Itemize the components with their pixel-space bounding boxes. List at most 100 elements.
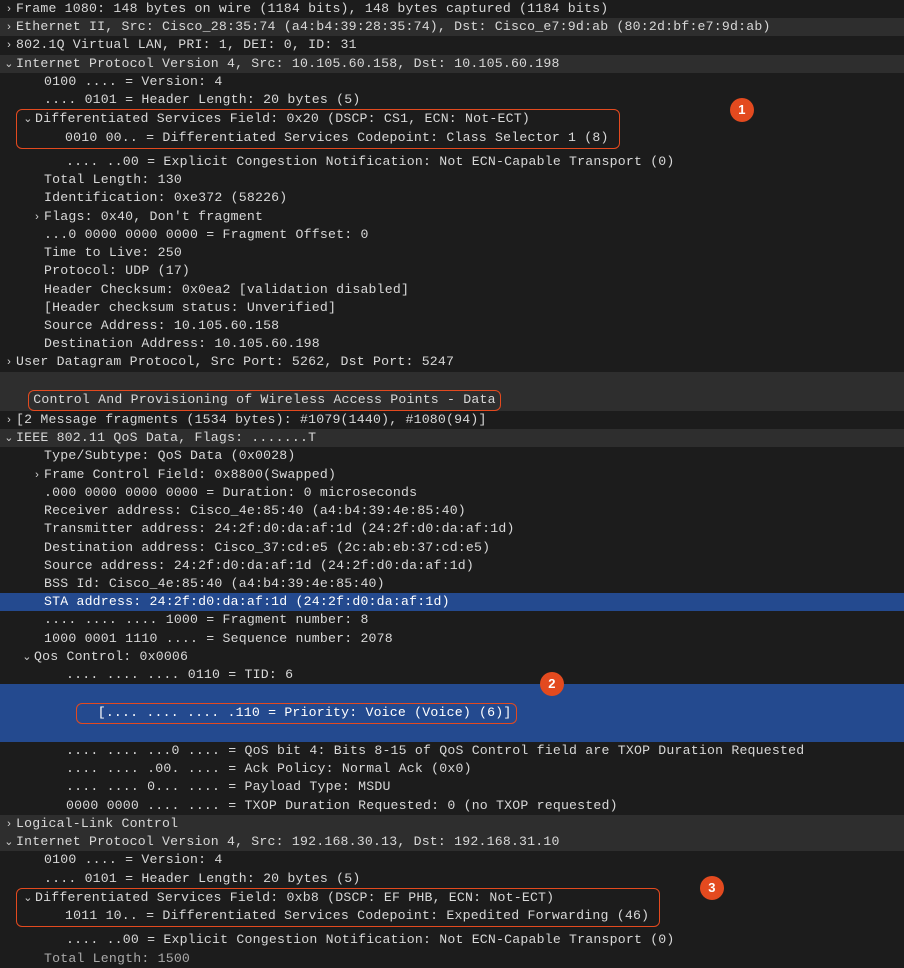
ip-hdrlen[interactable]: .... 0101 = Header Length: 20 bytes (5): [0, 91, 904, 109]
tree-dsfield-outer[interactable]: ⌄Differentiated Services Field: 0x20 (DS…: [21, 110, 615, 128]
hdr-checksum[interactable]: Header Checksum: 0x0ea2 [validation disa…: [0, 281, 904, 299]
qos-payload-type[interactable]: .... .... 0... .... = Payload Type: MSDU: [0, 778, 904, 796]
label: Source address: 24:2f:d0:da:af:1d (24:2f…: [44, 558, 474, 573]
label: 0100 .... = Version: 4: [44, 852, 223, 867]
label: Qos Control: 0x0006: [34, 649, 188, 664]
qos-bit4[interactable]: .... .... ...0 .... = QoS bit 4: Bits 8-…: [0, 742, 904, 760]
sta-addr[interactable]: STA address: 24:2f:d0:da:af:1d (24:2f:d0…: [0, 593, 904, 611]
chevron-down-icon: ⌄: [20, 651, 34, 666]
qos-tid[interactable]: .... .... .... 0110 = TID: 6: [0, 666, 904, 684]
label: .000 0000 0000 0000 = Duration: 0 micros…: [44, 485, 417, 500]
tree-vlan[interactable]: ›802.1Q Virtual LAN, PRI: 1, DEI: 0, ID:…: [0, 36, 904, 54]
src-addr[interactable]: Source Address: 10.105.60.158: [0, 317, 904, 335]
chevron-right-icon: ›: [30, 211, 44, 226]
total-length[interactable]: Total Length: 130: [0, 171, 904, 189]
source-addr[interactable]: Source address: 24:2f:d0:da:af:1d (24:2f…: [0, 557, 904, 575]
label: User Datagram Protocol, Src Port: 5262, …: [16, 354, 454, 369]
qos-priority[interactable]: [.... .... .... .110 = Priority: Voice (…: [0, 684, 904, 742]
chevron-down-icon: ⌄: [21, 113, 35, 128]
chevron-right-icon: ›: [2, 3, 16, 18]
label: ...0 0000 0000 0000 = Fragment Offset: 0: [44, 227, 369, 242]
label: Control And Provisioning of Wireless Acc…: [33, 392, 496, 407]
capwap-data[interactable]: Control And Provisioning of Wireless Acc…: [0, 372, 904, 411]
identification[interactable]: Identification: 0xe372 (58226): [0, 189, 904, 207]
label: .... .... .... 0110 = TID: 6: [66, 667, 293, 682]
label: Total Length: 1500: [44, 951, 190, 966]
tree-ipv4-outer[interactable]: ⌄Internet Protocol Version 4, Src: 10.10…: [0, 55, 904, 73]
ecn-outer[interactable]: .... ..00 = Explicit Congestion Notifica…: [0, 153, 904, 171]
label: STA address: 24:2f:d0:da:af:1d (24:2f:d0…: [44, 594, 450, 609]
label: [.... .... .... .110 = Priority: Voice (…: [98, 705, 512, 720]
tree-frame-control[interactable]: ›Frame Control Field: 0x8800(Swapped): [0, 466, 904, 484]
label: Type/Subtype: QoS Data (0x0028): [44, 448, 296, 463]
frag-offset[interactable]: ...0 0000 0000 0000 = Fragment Offset: 0: [0, 226, 904, 244]
label: .... 0101 = Header Length: 20 bytes (5): [44, 871, 360, 886]
ecn-inner[interactable]: .... ..00 = Explicit Congestion Notifica…: [0, 931, 904, 949]
dscp-ef[interactable]: 1011 10.. = Differentiated Services Code…: [21, 907, 655, 925]
label: Differentiated Services Field: 0xb8 (DSC…: [35, 890, 554, 905]
tree-udp[interactable]: ›User Datagram Protocol, Src Port: 5262,…: [0, 353, 904, 371]
dscp-cs1[interactable]: 0010 00.. = Differentiated Services Code…: [21, 129, 615, 147]
chevron-right-icon: ›: [2, 356, 16, 371]
tree-msg-fragments[interactable]: ›[2 Message fragments (1534 bytes): #107…: [0, 411, 904, 429]
label: .... ..00 = Explicit Congestion Notifica…: [66, 932, 675, 947]
transmitter-addr[interactable]: Transmitter address: 24:2f:d0:da:af:1d (…: [0, 520, 904, 538]
tree-80211-qos[interactable]: ⌄IEEE 802.11 QoS Data, Flags: .......T: [0, 429, 904, 447]
tree-ipv4-inner[interactable]: ⌄Internet Protocol Version 4, Src: 192.1…: [0, 833, 904, 851]
dst-addr[interactable]: Destination Address: 10.105.60.198: [0, 335, 904, 353]
receiver-addr[interactable]: Receiver address: Cisco_4e:85:40 (a4:b4:…: [0, 502, 904, 520]
bss-id[interactable]: BSS Id: Cisco_4e:85:40 (a4:b4:39:4e:85:4…: [0, 575, 904, 593]
tree-flags[interactable]: ›Flags: 0x40, Don't fragment: [0, 208, 904, 226]
label: 802.1Q Virtual LAN, PRI: 1, DEI: 0, ID: …: [16, 37, 357, 52]
label: Differentiated Services Field: 0x20 (DSC…: [35, 111, 530, 126]
label: 1011 10.. = Differentiated Services Code…: [65, 908, 649, 923]
label: Total Length: 130: [44, 172, 182, 187]
tree-llc[interactable]: ›Logical-Link Control: [0, 815, 904, 833]
protocol[interactable]: Protocol: UDP (17): [0, 262, 904, 280]
label: Identification: 0xe372 (58226): [44, 190, 287, 205]
type-subtype[interactable]: Type/Subtype: QoS Data (0x0028): [0, 447, 904, 465]
ip-version[interactable]: 0100 .... = Version: 4: [0, 73, 904, 91]
label: 1000 0001 1110 .... = Sequence number: 2…: [44, 631, 393, 646]
tree-qos-control[interactable]: ⌄Qos Control: 0x0006: [0, 648, 904, 666]
label: .... .... .00. .... = Ack Policy: Normal…: [66, 761, 472, 776]
tree-frame[interactable]: ›Frame 1080: 148 bytes on wire (1184 bit…: [0, 0, 904, 18]
label: Internet Protocol Version 4, Src: 10.105…: [16, 56, 560, 71]
label: Frame Control Field: 0x8800(Swapped): [44, 467, 336, 482]
chevron-down-icon: ⌄: [21, 892, 35, 907]
chevron-right-icon: ›: [2, 414, 16, 429]
qos-txop[interactable]: 0000 0000 .... .... = TXOP Duration Requ…: [0, 797, 904, 815]
total-length-inner[interactable]: Total Length: 1500: [0, 950, 904, 968]
duration[interactable]: .000 0000 0000 0000 = Duration: 0 micros…: [0, 484, 904, 502]
ttl[interactable]: Time to Live: 250: [0, 244, 904, 262]
label: .... .... ...0 .... = QoS bit 4: Bits 8-…: [66, 743, 804, 758]
label: Logical-Link Control: [16, 816, 178, 831]
label: .... ..00 = Explicit Congestion Notifica…: [66, 154, 675, 169]
label: Destination Address: 10.105.60.198: [44, 336, 320, 351]
chevron-down-icon: ⌄: [2, 58, 16, 73]
chevron-right-icon: ›: [2, 818, 16, 833]
tree-ethernet[interactable]: ›Ethernet II, Src: Cisco_28:35:74 (a4:b4…: [0, 18, 904, 36]
hdr-checksum-status[interactable]: [Header checksum status: Unverified]: [0, 299, 904, 317]
ip-version-inner[interactable]: 0100 .... = Version: 4: [0, 851, 904, 869]
qos-ack-policy[interactable]: .... .... .00. .... = Ack Policy: Normal…: [0, 760, 904, 778]
chevron-right-icon: ›: [2, 39, 16, 54]
chevron-down-icon: ⌄: [2, 432, 16, 447]
label: .... .... 0... .... = Payload Type: MSDU: [66, 779, 391, 794]
fragment-number[interactable]: .... .... .... 1000 = Fragment number: 8: [0, 611, 904, 629]
ip-hdrlen-inner[interactable]: .... 0101 = Header Length: 20 bytes (5): [0, 870, 904, 888]
label: IEEE 802.11 QoS Data, Flags: .......T: [16, 430, 316, 445]
label: Time to Live: 250: [44, 245, 182, 260]
label: Ethernet II, Src: Cisco_28:35:74 (a4:b4:…: [16, 19, 771, 34]
label: Receiver address: Cisco_4e:85:40 (a4:b4:…: [44, 503, 466, 518]
label: .... .... .... 1000 = Fragment number: 8: [44, 612, 369, 627]
label: Protocol: UDP (17): [44, 263, 190, 278]
label: [Header checksum status: Unverified]: [44, 300, 336, 315]
sequence-number[interactable]: 1000 0001 1110 .... = Sequence number: 2…: [0, 630, 904, 648]
tree-dsfield-inner[interactable]: ⌄Differentiated Services Field: 0xb8 (DS…: [21, 889, 655, 907]
destination-addr[interactable]: Destination address: Cisco_37:cd:e5 (2c:…: [0, 539, 904, 557]
chevron-right-icon: ›: [2, 21, 16, 36]
label: Transmitter address: 24:2f:d0:da:af:1d (…: [44, 521, 515, 536]
chevron-down-icon: ⌄: [2, 836, 16, 851]
label: [2 Message fragments (1534 bytes): #1079…: [16, 412, 487, 427]
